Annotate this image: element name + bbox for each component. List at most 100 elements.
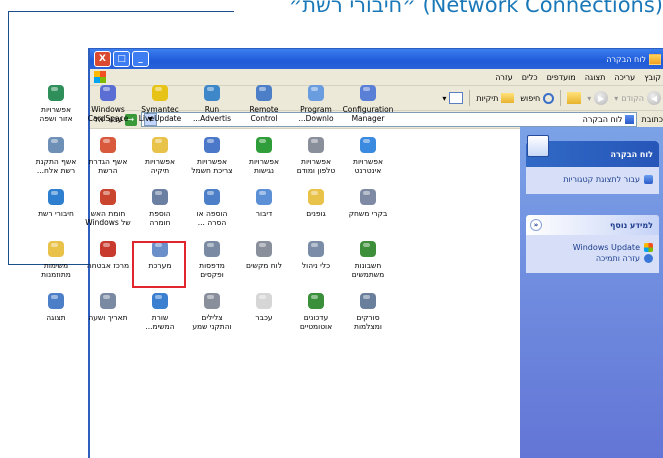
switch-category-view-link[interactable]: עבור לתצוגת קטגוריות (532, 175, 653, 184)
control-panel-item[interactable]: הוספת חומרה (134, 186, 186, 232)
menu-view[interactable]: תצוגה (585, 73, 606, 82)
window-controls: X □ _ (94, 51, 149, 67)
menu-tools[interactable]: כלים (522, 73, 538, 82)
folders-button[interactable]: תיקיות (476, 93, 515, 103)
sounds-audio-icon (201, 290, 223, 312)
control-panel-item-label: תאריך ושעה (88, 314, 128, 322)
printers-faxes-icon (201, 238, 223, 260)
control-panel-small-icon (625, 115, 635, 124)
control-panel-item[interactable]: גופנים (290, 186, 342, 232)
control-panel-item[interactable]: הוספה או הסרה ... (186, 186, 238, 232)
power-options-icon (201, 134, 223, 156)
control-panel-item[interactable]: אשף התקנת רשת אלח... (30, 134, 82, 180)
control-panel-item[interactable]: צלילים והתקני שמע (186, 290, 238, 336)
symantec-liveupdate-icon (149, 82, 171, 104)
control-panel-item[interactable]: אשף הגדרת הרשת (82, 134, 134, 180)
control-panel-item[interactable]: Configuration Manager (342, 82, 394, 128)
forward-button[interactable]: ▶ ▾ (587, 91, 609, 105)
menu-favorites[interactable]: מועדפים (547, 73, 576, 82)
control-panel-box-body: עבור לתצוגת קטגוריות (526, 167, 659, 194)
views-button[interactable]: ▾ (442, 92, 464, 104)
taskbar-icon (149, 290, 171, 312)
caption: ״חיבורי רשת״ (Network Connections) (288, 0, 663, 17)
see-also-header[interactable]: למידע נוסף « (526, 215, 659, 235)
control-panel-item[interactable]: Program Downlo... (290, 82, 342, 128)
menu-help[interactable]: עזרה (495, 73, 513, 82)
control-panel-item[interactable]: בקרי משחק (342, 186, 394, 232)
control-panel-item[interactable]: עדכונים אוטומטיים (290, 290, 342, 336)
control-panel-item[interactable]: Windows CardSpace (82, 82, 134, 128)
control-panel-item[interactable]: Remote Control (238, 82, 290, 128)
back-arrow-icon: ◀ (647, 91, 661, 105)
menu-file[interactable]: קובץ (644, 73, 661, 82)
control-panel-item[interactable]: אפשרויות נגישות (238, 134, 290, 180)
control-panel-box-header: לוח הבקרה (526, 135, 659, 167)
minimize-button[interactable]: _ (132, 51, 149, 67)
control-panel-item[interactable]: תאריך ושעה (82, 290, 134, 336)
regional-language-icon (45, 82, 67, 104)
collapse-chevron-icon[interactable]: « (530, 219, 542, 231)
control-panel-item[interactable]: מדפסות ופקסים (186, 238, 238, 284)
mouse-icon (253, 290, 275, 312)
control-panel-item[interactable]: לוח מקשים (238, 238, 290, 284)
control-panel-item[interactable]: חיבורי רשת (30, 186, 82, 232)
speech-icon (253, 186, 275, 208)
control-panel-item[interactable]: חשבונות משתמשים (342, 238, 394, 284)
control-panel-item[interactable]: Symantec LiveUpdate (134, 82, 186, 128)
up-button[interactable] (567, 92, 582, 104)
views-icon (449, 92, 464, 104)
control-panel-item[interactable]: אפשרויות אינטרנט (342, 134, 394, 180)
control-panel-item[interactable]: עכבר (238, 290, 290, 336)
remote-control-icon (253, 82, 275, 104)
network-connections-highlight (132, 241, 186, 288)
control-panel-item-label: חיבורי רשת (38, 210, 74, 218)
callout-line-top (8, 11, 234, 12)
control-panel-item[interactable]: תצוגה (30, 290, 82, 336)
network-setup-icon (97, 134, 119, 156)
security-center-icon (97, 238, 119, 260)
control-panel-item[interactable]: חומת האש של Windows (82, 186, 134, 232)
control-panel-item-label: חומת האש של Windows (85, 210, 131, 227)
control-panel-item-label: אפשרויות נגישות (249, 158, 279, 175)
control-panel-item-label: אפשרויות אינטרנט (353, 158, 383, 175)
control-panel-item[interactable]: אפשרויות צריכת חשמל (186, 134, 238, 180)
windows-update-link[interactable]: Windows Update (532, 243, 653, 252)
maximize-button[interactable]: □ (113, 51, 130, 67)
help-icon (644, 254, 653, 263)
close-button[interactable]: X (94, 51, 111, 67)
network-connections-icon (45, 186, 67, 208)
category-view-icon (644, 175, 653, 184)
control-panel-item[interactable]: אפשרויות תיקיה (134, 134, 186, 180)
control-panel-item-label: צלילים והתקני שמע (192, 314, 232, 331)
control-panel-item[interactable]: מרכז אבטחה (82, 238, 134, 284)
windows-update-label: Windows Update (572, 243, 640, 252)
control-panel-item[interactable]: סורקים ומצלמות (342, 290, 394, 336)
keyboard-icon (253, 238, 275, 260)
control-panel-item[interactable]: משימות מתוזמנות (30, 238, 82, 284)
toolbar-separator (560, 90, 562, 106)
control-panel-item-label: Program Downlo... (298, 106, 334, 123)
back-button[interactable]: ◀ הקודם ▾ (614, 91, 661, 105)
control-panel-box-title: לוח הבקרה (610, 149, 653, 159)
add-hardware-icon (149, 186, 171, 208)
program-download-icon (305, 82, 327, 104)
back-label: הקודם (621, 93, 644, 103)
back-dropdown-icon: ▾ (614, 93, 619, 103)
folder-up-icon (567, 92, 582, 104)
display-icon (45, 290, 67, 312)
help-support-link[interactable]: עזרה ותמיכה (532, 254, 653, 263)
control-panel-item[interactable]: Run Advertis... (186, 82, 238, 128)
menu-edit[interactable]: עריכה (614, 73, 635, 82)
control-panel-item[interactable]: אפשרויות טלפון ומודם (290, 134, 342, 180)
wireless-setup-icon (45, 134, 67, 156)
search-button[interactable]: חיפוש (520, 92, 555, 104)
admin-tools-icon (305, 238, 327, 260)
control-panel-item-label: לוח מקשים (246, 262, 282, 270)
control-panel-item[interactable]: אפשרויות אזור ושפה (30, 82, 82, 128)
control-panel-item-label: סורקים ומצלמות (354, 314, 382, 331)
control-panel-item[interactable]: דיבור (238, 186, 290, 232)
control-panel-item[interactable]: כלי ניהול (290, 238, 342, 284)
control-panel-item[interactable]: שורת המשימ... (134, 290, 186, 336)
toolbar-separator (469, 90, 471, 106)
scheduled-tasks-icon (45, 238, 67, 260)
